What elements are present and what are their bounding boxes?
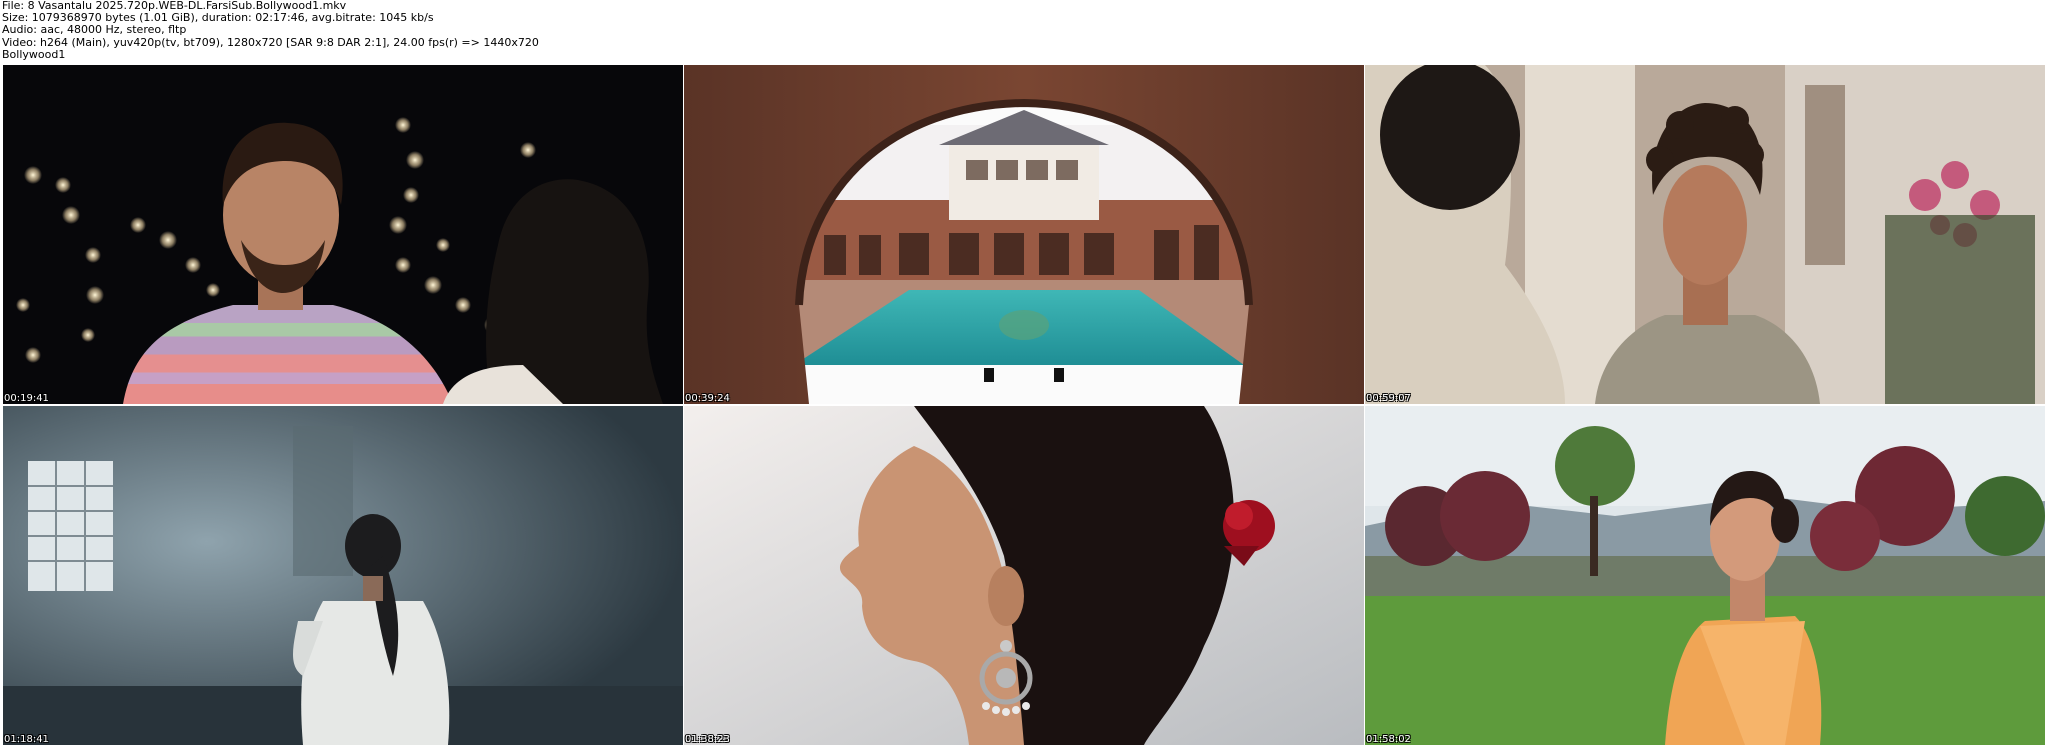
audio-line: Audio: aac, 48000 Hz, stereo, fltp xyxy=(2,23,187,37)
thumbnail-2[interactable]: 00:39:24 xyxy=(684,65,1364,404)
timestamp-6: 01:58:02 xyxy=(1366,734,1411,745)
timestamp-5: 01:38:23 xyxy=(685,734,730,745)
thumbnail-5-image xyxy=(684,406,1364,745)
thumbnail-6-image xyxy=(1365,406,2045,745)
thumbnail-6[interactable]: 01:58:02 xyxy=(1365,406,2045,745)
video-line: Video: h264 (Main), yuv420p(tv, bt709), … xyxy=(2,35,539,49)
timestamp-1: 00:19:41 xyxy=(4,393,49,404)
tag-line: Bollywood1 xyxy=(2,47,66,61)
thumbnail-1-image xyxy=(3,65,683,404)
thumbnail-2-image xyxy=(684,65,1364,404)
thumbnail-3[interactable]: 00:59:07 xyxy=(1365,65,2045,404)
timestamp-2: 00:39:24 xyxy=(685,393,730,404)
timestamp-4: 01:18:41 xyxy=(4,734,49,745)
thumbnail-1[interactable]: 00:19:41 xyxy=(3,65,683,404)
thumbnail-3-image xyxy=(1365,65,2045,404)
file-info-header: File: 8 Vasantalu 2025.720p.WEB-DL.Farsi… xyxy=(2,0,539,61)
timestamp-3: 00:59:07 xyxy=(1366,393,1411,404)
thumbnail-grid: 00:19:41 00:39:24 00:59:07 01:18:41 01:3… xyxy=(3,65,2045,745)
thumbnail-4[interactable]: 01:18:41 xyxy=(3,406,683,745)
thumbnail-5[interactable]: 01:38:23 xyxy=(684,406,1364,745)
thumbnail-4-image xyxy=(3,406,683,745)
